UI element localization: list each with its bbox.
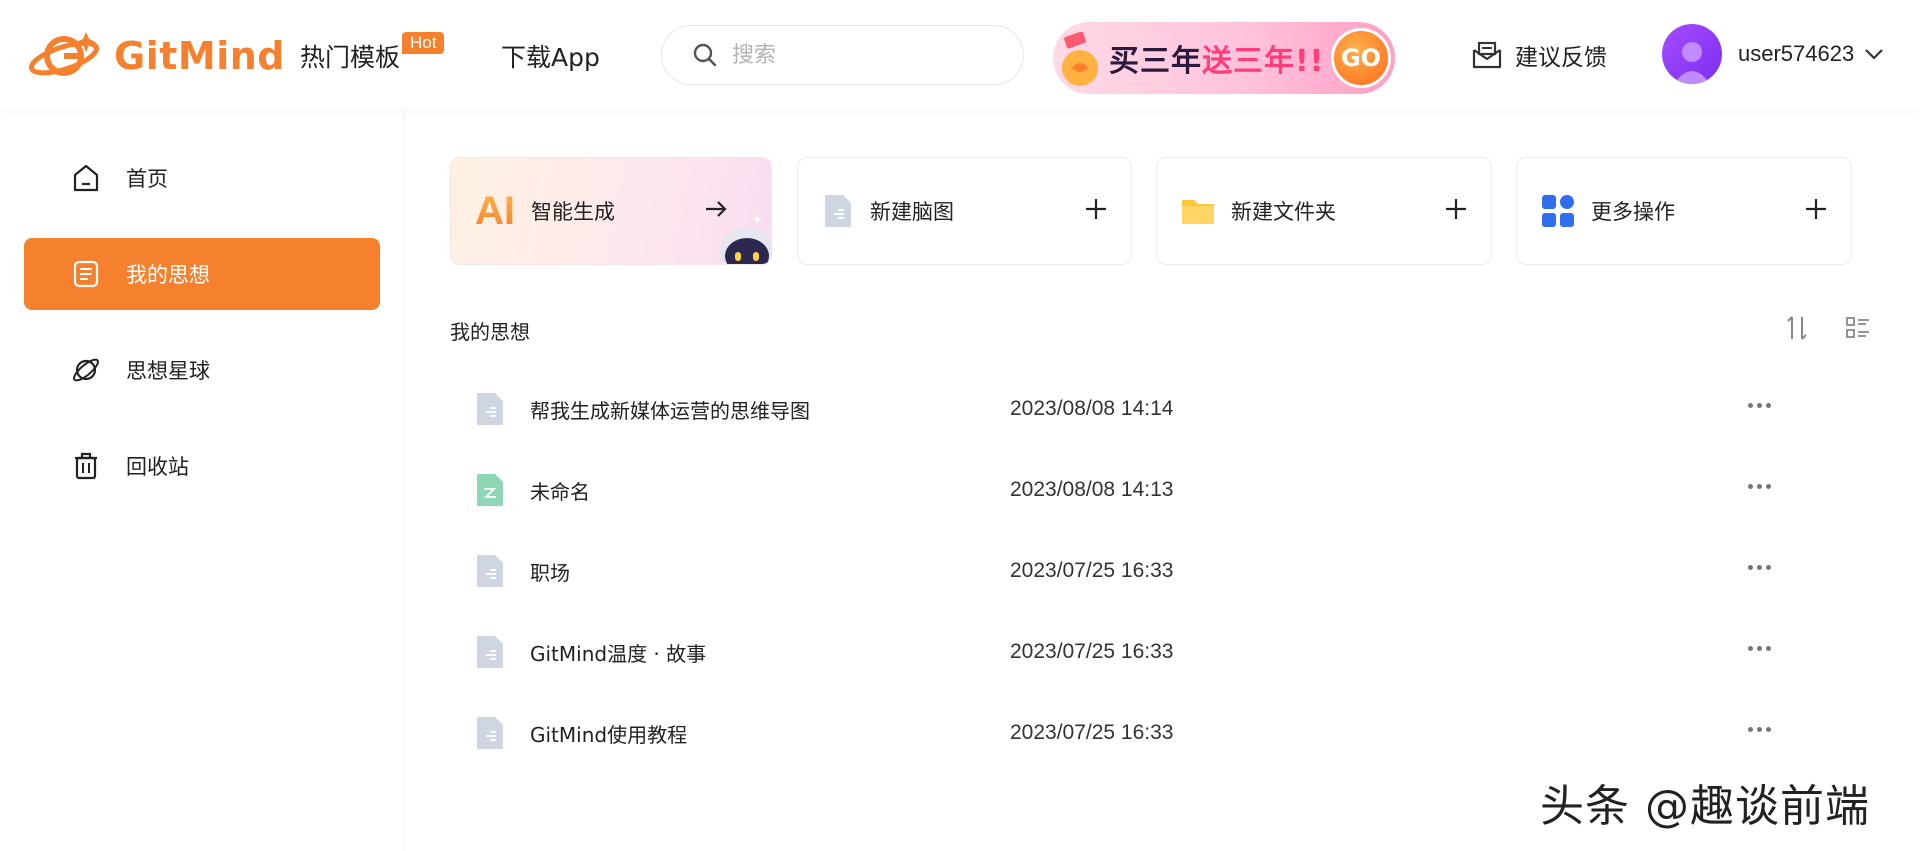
file-row[interactable]: 职场 2023/07/25 16:33 — [450, 531, 1870, 611]
user-menu[interactable]: user574623 — [1662, 24, 1884, 84]
gift-icon — [1062, 32, 1098, 86]
folder-icon — [1182, 200, 1214, 224]
promo-text: 买三年送三年!! — [1109, 36, 1324, 80]
ai-generate-card[interactable]: AI 智能生成 — [450, 157, 772, 265]
feedback-button[interactable]: 建议反馈 — [1471, 38, 1607, 72]
search-icon — [693, 43, 717, 67]
sidebar-item-trash[interactable]: 回收站 — [24, 430, 380, 502]
username: user574623 — [1738, 41, 1855, 66]
mindmap-file-icon — [477, 717, 503, 749]
file-name[interactable]: 未命名 — [530, 476, 590, 505]
file-row[interactable]: GitMind温度 · 故事 2023/07/25 16:33 — [450, 612, 1870, 692]
hot-badge: Hot — [402, 32, 445, 54]
file-name[interactable]: GitMind温度 · 故事 — [530, 638, 706, 667]
file-name[interactable]: GitMind使用教程 — [530, 719, 687, 748]
new-folder-card[interactable]: 新建文件夹 — [1156, 157, 1492, 265]
flowchart-file-icon — [477, 474, 503, 506]
logo-text: GitMind — [114, 34, 285, 78]
watermark: 头条 @趣谈前端 — [1540, 781, 1870, 832]
promo-text-part1: 买三年 — [1109, 44, 1202, 79]
sort-icon[interactable] — [1784, 314, 1810, 342]
search-input[interactable] — [732, 42, 1002, 68]
gitmind-logo-icon — [28, 32, 100, 76]
promo-go-button[interactable]: GO — [1331, 28, 1391, 88]
chevron-down-icon[interactable] — [1864, 47, 1884, 61]
more-options-icon[interactable] — [1748, 727, 1771, 732]
home-icon — [70, 162, 102, 194]
file-row[interactable]: 帮我生成新媒体运营的思维导图 2023/08/08 14:14 — [450, 369, 1870, 449]
sidebar-item-label: 我的思想 — [126, 263, 210, 287]
ai-generate-label: 智能生成 — [531, 200, 615, 224]
plus-icon — [1806, 199, 1826, 219]
mindmap-file-icon — [825, 195, 851, 227]
file-row[interactable]: GitMind使用教程 2023/07/25 16:33 — [450, 693, 1870, 773]
feedback-label: 建议反馈 — [1515, 45, 1607, 71]
file-date: 2023/07/25 16:33 — [1010, 721, 1174, 744]
planet-icon — [70, 354, 102, 386]
section-title: 我的思想 — [450, 320, 530, 344]
new-folder-label: 新建文件夹 — [1231, 200, 1336, 224]
file-name[interactable]: 帮我生成新媒体运营的思维导图 — [530, 395, 810, 424]
more-options-icon[interactable] — [1748, 403, 1771, 408]
mindmap-file-icon — [477, 555, 503, 587]
more-actions-label: 更多操作 — [1591, 200, 1675, 224]
more-options-icon[interactable] — [1748, 565, 1771, 570]
more-options-icon[interactable] — [1748, 646, 1771, 651]
nav-download-app[interactable]: 下载App — [501, 38, 600, 74]
plus-icon — [1446, 199, 1466, 219]
sidebar-item-my-thoughts[interactable]: 我的思想 — [24, 238, 380, 310]
more-options-icon[interactable] — [1748, 484, 1771, 489]
promo-banner[interactable]: 买三年送三年!! GO — [1053, 22, 1395, 94]
grid-apps-icon — [1542, 195, 1574, 227]
promo-text-part2: 送三年!! — [1202, 44, 1325, 79]
file-row[interactable]: 未命名 2023/08/08 14:13 — [450, 450, 1870, 530]
ai-logo-text: AI — [475, 188, 515, 233]
new-mindmap-card[interactable]: 新建脑图 — [797, 157, 1132, 265]
feedback-icon — [1472, 41, 1502, 69]
robot-mascot-icon — [720, 214, 771, 264]
mindmap-file-icon — [477, 636, 503, 668]
sidebar: 首页 我的思想 思想星球 回收站 — [0, 109, 405, 851]
file-name[interactable]: 职场 — [530, 557, 570, 586]
sidebar-item-label: 回收站 — [126, 455, 189, 479]
trash-icon — [70, 450, 102, 482]
sidebar-item-label: 首页 — [126, 167, 168, 191]
file-date: 2023/08/08 14:13 — [1010, 478, 1174, 501]
user-silhouette-icon — [1674, 42, 1710, 84]
top-header: GitMind 热门模板 Hot 下载App 买三年送三年!! GO 建议反馈 — [0, 0, 1920, 109]
mindmap-file-icon — [477, 393, 503, 425]
avatar[interactable] — [1662, 24, 1722, 84]
file-date: 2023/07/25 16:33 — [1010, 640, 1174, 663]
gitmind-logo[interactable]: GitMind — [28, 28, 285, 84]
document-icon — [70, 258, 102, 290]
file-date: 2023/08/08 14:14 — [1010, 397, 1174, 420]
search-box[interactable] — [661, 25, 1024, 85]
file-date: 2023/07/25 16:33 — [1010, 559, 1174, 582]
list-view-icon[interactable] — [1845, 316, 1871, 340]
sidebar-item-label: 思想星球 — [126, 359, 210, 383]
plus-icon — [1086, 199, 1106, 219]
sidebar-item-planet[interactable]: 思想星球 — [24, 334, 380, 406]
nav-hot-templates[interactable]: 热门模板 — [300, 38, 400, 74]
sidebar-item-home[interactable]: 首页 — [24, 142, 380, 214]
new-mindmap-label: 新建脑图 — [870, 200, 954, 224]
more-actions-card[interactable]: 更多操作 — [1516, 157, 1852, 265]
